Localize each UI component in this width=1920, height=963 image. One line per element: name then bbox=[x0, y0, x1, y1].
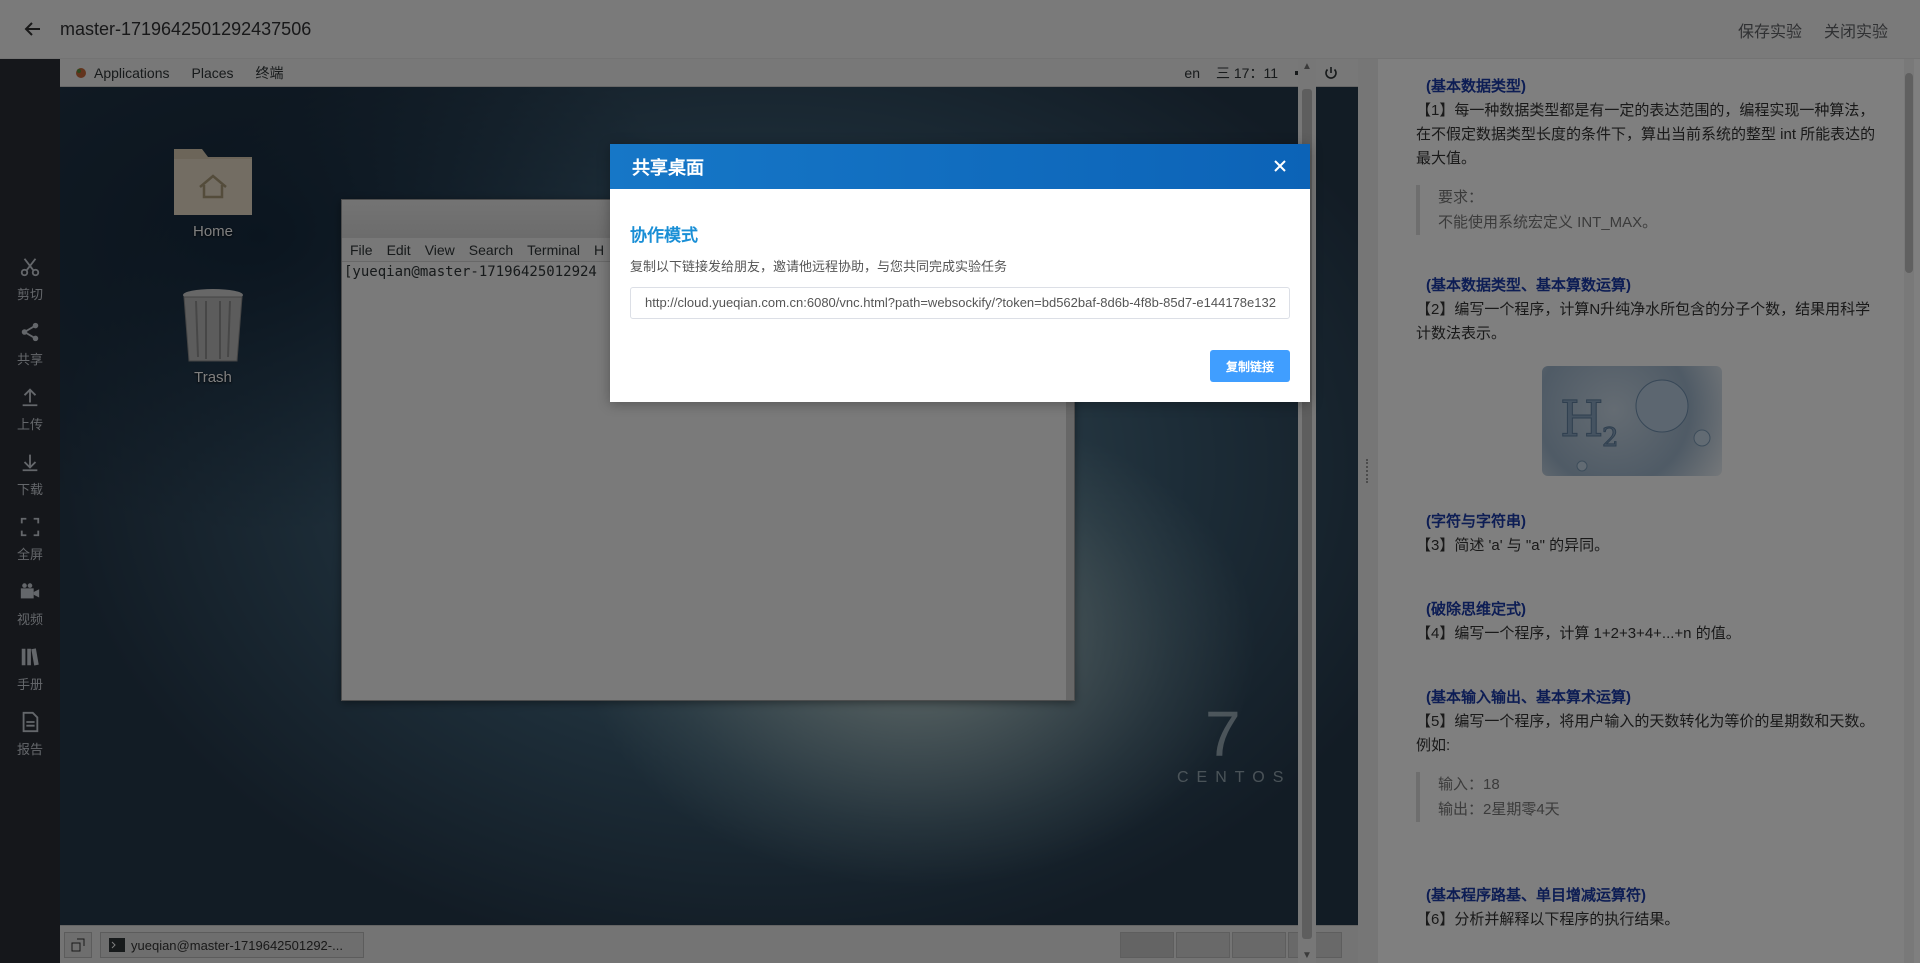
dialog-title: 共享桌面 bbox=[632, 157, 704, 178]
share-desktop-dialog: 共享桌面 协作模式 复制以下链接发给朋友，邀请他远程协助，与您共同完成实验任务 … bbox=[610, 144, 1310, 402]
dialog-header: 共享桌面 bbox=[610, 144, 1310, 189]
copy-link-button[interactable]: 复制链接 bbox=[1210, 350, 1290, 382]
close-icon[interactable] bbox=[1270, 156, 1290, 176]
collaboration-description: 复制以下链接发给朋友，邀请他远程协助，与您共同完成实验任务 bbox=[630, 259, 1008, 274]
share-link-field[interactable]: http://cloud.yueqian.com.cn:6080/vnc.htm… bbox=[630, 287, 1290, 319]
collaboration-mode-title: 协作模式 bbox=[630, 226, 698, 245]
